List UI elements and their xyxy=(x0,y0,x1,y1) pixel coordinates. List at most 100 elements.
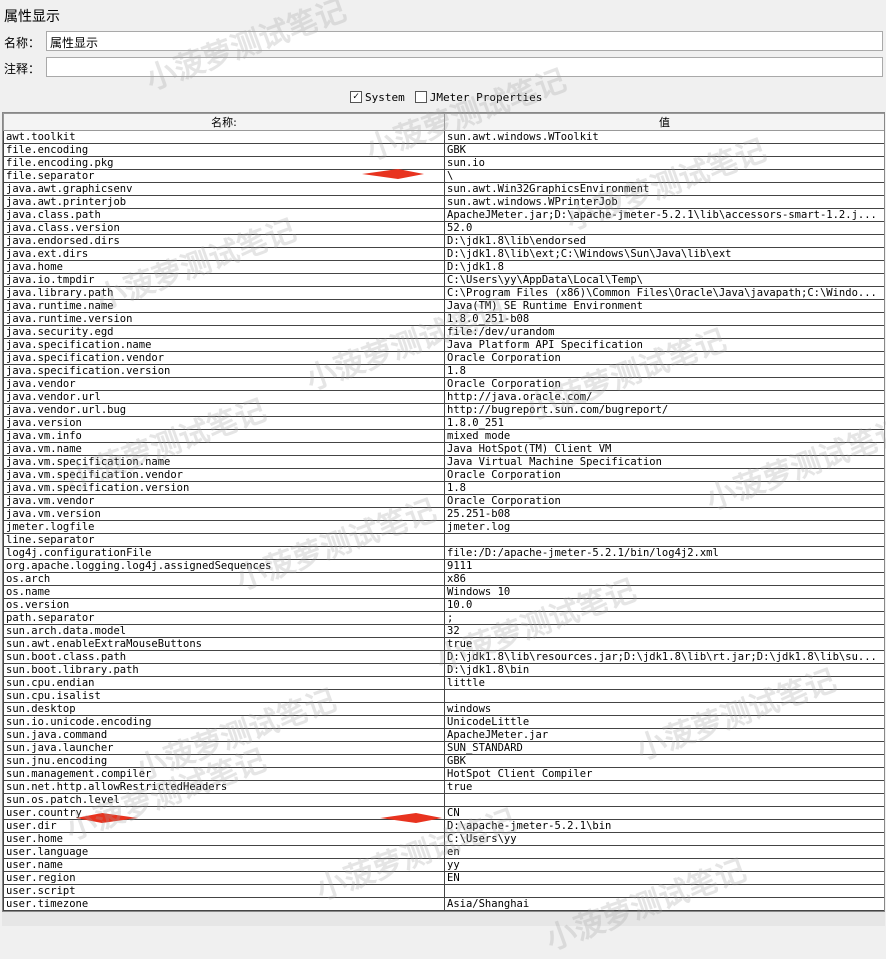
property-name-cell[interactable]: path.separator xyxy=(3,611,445,625)
property-name-cell[interactable]: sun.boot.library.path xyxy=(3,663,445,677)
property-value-cell[interactable]: Java(TM) SE Runtime Environment xyxy=(444,299,884,313)
property-name-cell[interactable]: sun.os.patch.level xyxy=(3,793,445,807)
property-value-cell[interactable]: D:\jdk1.8\lib\resources.jar;D:\jdk1.8\li… xyxy=(444,650,884,664)
property-value-cell[interactable]: EN xyxy=(444,871,884,885)
property-value-cell[interactable]: Asia/Shanghai xyxy=(444,897,884,911)
table-row[interactable]: sun.awt.enableExtraMouseButtons true xyxy=(3,637,884,651)
property-value-cell[interactable]: ApacheJMeter.jar xyxy=(444,728,884,742)
property-value-cell[interactable]: C:\Program Files (x86)\Common Files\Orac… xyxy=(444,286,884,300)
property-name-cell[interactable]: java.specification.vendor xyxy=(3,351,445,365)
table-row[interactable]: java.vm.vendor Oracle Corporation xyxy=(3,494,884,508)
table-row[interactable]: java.runtime.version 1.8.0_251-b08 xyxy=(3,312,884,326)
table-row[interactable]: java.class.path ApacheJMeter.jar;D:\apach… xyxy=(3,208,884,222)
table-row[interactable]: java.class.version 52.0 xyxy=(3,221,884,235)
property-name-cell[interactable]: java.awt.printerjob xyxy=(3,195,445,209)
property-name-cell[interactable]: java.vendor.url xyxy=(3,390,445,404)
property-value-cell[interactable]: sun.io xyxy=(444,156,884,170)
property-name-cell[interactable]: java.home xyxy=(3,260,445,274)
property-value-cell[interactable]: D:\apache-jmeter-5.2.1\bin xyxy=(444,819,884,833)
property-value-cell[interactable]: Windows 10 xyxy=(444,585,884,599)
table-row[interactable]: user.name yy xyxy=(3,858,884,872)
property-name-cell[interactable]: org.apache.logging.log4j.assignedSequenc… xyxy=(3,559,445,573)
table-row[interactable]: os.arch x86 xyxy=(3,572,884,586)
property-name-cell[interactable]: log4j.configurationFile xyxy=(3,546,445,560)
comment-input[interactable] xyxy=(46,57,883,77)
property-value-cell[interactable]: jmeter.log xyxy=(444,520,884,534)
table-row[interactable]: path.separator; xyxy=(3,611,884,625)
table-row[interactable]: java.runtime.name Java(TM) SE Runtime Env… xyxy=(3,299,884,313)
property-name-cell[interactable]: java.version xyxy=(3,416,445,430)
property-name-cell[interactable]: java.awt.graphicsenv xyxy=(3,182,445,196)
table-row[interactable]: java.ext.dirs D:\jdk1.8\lib\ext;C:\Window… xyxy=(3,247,884,261)
property-value-cell[interactable]: 9111 xyxy=(444,559,884,573)
property-value-cell[interactable]: D:\jdk1.8\bin xyxy=(444,663,884,677)
property-value-cell[interactable]: Java Platform API Specification xyxy=(444,338,884,352)
table-row[interactable]: sun.io.unicode.encoding UnicodeLittle xyxy=(3,715,884,729)
property-name-cell[interactable]: os.name xyxy=(3,585,445,599)
property-value-cell[interactable]: true xyxy=(444,780,884,794)
property-name-cell[interactable]: java.class.version xyxy=(3,221,445,235)
name-input[interactable]: 属性显示 xyxy=(46,31,883,51)
system-checkbox[interactable]: ✓ System xyxy=(350,91,405,104)
table-row[interactable]: java.vm.name Java HotSpot(TM) Client VM xyxy=(3,442,884,456)
property-value-cell[interactable]: ApacheJMeter.jar;D:\apache-jmeter-5.2.1\… xyxy=(444,208,884,222)
property-name-cell[interactable]: java.vendor.url.bug xyxy=(3,403,445,417)
property-name-cell[interactable]: user.region xyxy=(3,871,445,885)
table-row[interactable]: sun.cpu.endian little xyxy=(3,676,884,690)
table-row[interactable]: java.vm.specification.name Java Virtual M… xyxy=(3,455,884,469)
table-row[interactable]: jmeter.logfile jmeter.log xyxy=(3,520,884,534)
property-name-cell[interactable]: java.vendor xyxy=(3,377,445,391)
property-name-cell[interactable]: java.vm.specification.name xyxy=(3,455,445,469)
property-value-cell[interactable]: file:/dev/urandom xyxy=(444,325,884,339)
table-row[interactable]: user.home C:\Users\yy xyxy=(3,832,884,846)
property-name-cell[interactable]: sun.net.http.allowRestrictedHeaders xyxy=(3,780,445,794)
property-name-cell[interactable]: java.security.egd xyxy=(3,325,445,339)
table-row[interactable]: user.region EN xyxy=(3,871,884,885)
property-name-cell[interactable]: os.version xyxy=(3,598,445,612)
property-value-cell[interactable]: 10.0 xyxy=(444,598,884,612)
property-name-cell[interactable]: java.runtime.name xyxy=(3,299,445,313)
property-value-cell[interactable]: Oracle Corporation xyxy=(444,351,884,365)
table-row[interactable]: java.vm.info mixed mode xyxy=(3,429,884,443)
property-value-cell[interactable]: 1.8.0_251 xyxy=(444,416,884,430)
property-name-cell[interactable]: java.vm.name xyxy=(3,442,445,456)
property-name-cell[interactable]: user.dir xyxy=(3,819,445,833)
property-name-cell[interactable]: java.vm.specification.version xyxy=(3,481,445,495)
table-row[interactable]: sun.java.command ApacheJMeter.jar xyxy=(3,728,884,742)
property-value-cell[interactable]: D:\jdk1.8\lib\ext;C:\Windows\Sun\Java\li… xyxy=(444,247,884,261)
property-name-cell[interactable]: java.runtime.version xyxy=(3,312,445,326)
property-value-cell[interactable]: Oracle Corporation xyxy=(444,377,884,391)
property-name-cell[interactable]: java.vm.version xyxy=(3,507,445,521)
table-row[interactable]: java.io.tmpdir C:\Users\yy\AppData\Local\… xyxy=(3,273,884,287)
table-row[interactable]: java.awt.graphicsenv sun.awt.Win32Graphic… xyxy=(3,182,884,196)
property-value-cell[interactable] xyxy=(444,689,884,703)
property-name-cell[interactable]: java.io.tmpdir xyxy=(3,273,445,287)
property-name-cell[interactable]: sun.boot.class.path xyxy=(3,650,445,664)
property-value-cell[interactable]: Oracle Corporation xyxy=(444,494,884,508)
table-row[interactable]: java.vendor.url http://java.oracle.com/ xyxy=(3,390,884,404)
property-name-cell[interactable]: java.specification.name xyxy=(3,338,445,352)
property-value-cell[interactable]: sun.awt.windows.WToolkit xyxy=(444,130,884,144)
property-value-cell[interactable]: \ xyxy=(444,169,884,183)
property-name-cell[interactable]: user.script xyxy=(3,884,445,898)
property-name-cell[interactable]: sun.java.command xyxy=(3,728,445,742)
property-value-cell[interactable]: 1.8.0_251-b08 xyxy=(444,312,884,326)
property-name-cell[interactable]: sun.management.compiler xyxy=(3,767,445,781)
column-header-value[interactable]: 值 xyxy=(444,113,884,131)
property-value-cell[interactable]: GBK xyxy=(444,754,884,768)
property-name-cell[interactable]: java.vm.info xyxy=(3,429,445,443)
table-row[interactable]: os.name Windows 10 xyxy=(3,585,884,599)
property-value-cell[interactable]: http://bugreport.sun.com/bugreport/ xyxy=(444,403,884,417)
table-row[interactable]: sun.boot.library.path D:\jdk1.8\bin xyxy=(3,663,884,677)
table-row[interactable]: sun.os.patch.level xyxy=(3,793,884,807)
property-name-cell[interactable]: java.ext.dirs xyxy=(3,247,445,261)
property-name-cell[interactable]: user.name xyxy=(3,858,445,872)
property-name-cell[interactable]: jmeter.logfile xyxy=(3,520,445,534)
property-name-cell[interactable]: sun.jnu.encoding xyxy=(3,754,445,768)
table-row[interactable]: java.specification.name Java Platform API… xyxy=(3,338,884,352)
table-row[interactable]: sun.boot.class.path D:\jdk1.8\lib\resourc… xyxy=(3,650,884,664)
property-value-cell[interactable]: yy xyxy=(444,858,884,872)
property-value-cell[interactable]: 52.0 xyxy=(444,221,884,235)
table-row[interactable]: user.script xyxy=(3,884,884,898)
property-name-cell[interactable]: sun.cpu.isalist xyxy=(3,689,445,703)
